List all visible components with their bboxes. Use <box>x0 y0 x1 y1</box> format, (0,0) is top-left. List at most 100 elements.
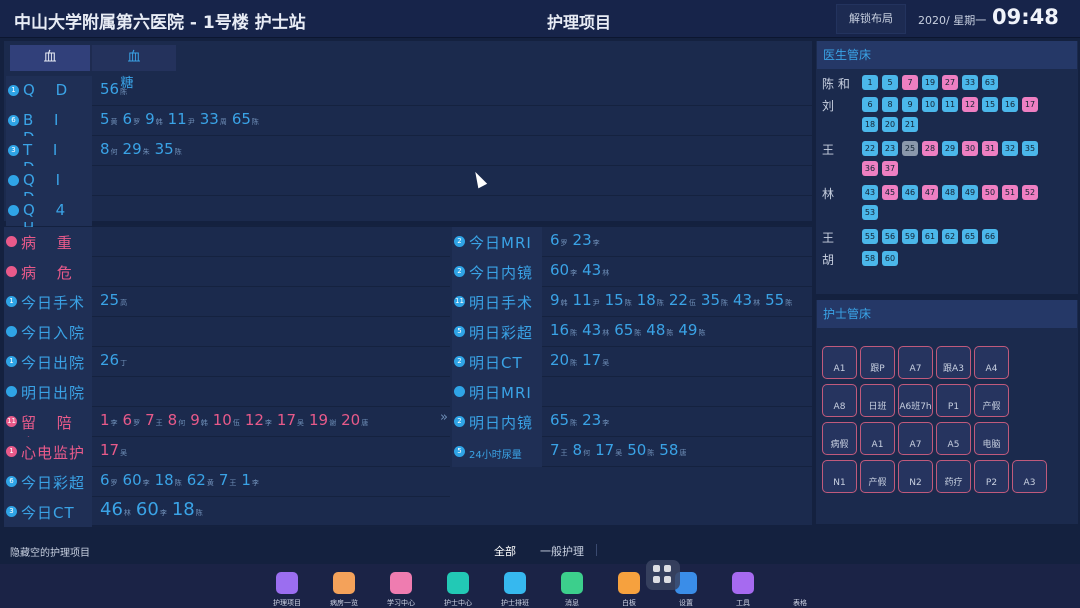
list-item[interactable]: 1 今日出院 26丁 <box>4 347 450 377</box>
bed-chip[interactable]: 11 <box>942 97 958 112</box>
list-item[interactable]: 2 明日内镜 65陈 23李 <box>452 407 812 437</box>
bed-number[interactable]: 55 <box>765 291 784 309</box>
list-item[interactable]: Q I D <box>6 166 812 207</box>
bed-chip[interactable]: 20 <box>882 117 898 132</box>
bed-number[interactable]: 35 <box>701 291 720 309</box>
bed-number[interactable]: 35 <box>155 140 174 158</box>
bed-number[interactable]: 18 <box>172 499 195 520</box>
bed-number[interactable]: 65 <box>550 411 569 429</box>
bed-number[interactable]: 6 <box>123 110 133 128</box>
bed-chip[interactable]: 21 <box>902 117 918 132</box>
list-item[interactable]: 1 心电监护 17吴 <box>4 437 450 467</box>
nurse-card[interactable]: N1 <box>822 460 857 493</box>
bed-number[interactable]: 62 <box>187 471 206 489</box>
list-item[interactable]: 11 明日手术 9韩 11尹 15陈 18陈 22伍 35陈 43林 55陈 <box>452 287 812 317</box>
bed-number[interactable]: 60 <box>136 499 159 520</box>
bed-number[interactable]: 50 <box>627 441 646 459</box>
bed-chip[interactable]: 50 <box>982 185 998 200</box>
list-item[interactable]: 2 明日CT 20陈 17吴 <box>452 347 812 377</box>
list-item[interactable]: 5 明日彩超 16陈 43林 65陈 48陈 49陈 <box>452 317 812 347</box>
filter-general[interactable]: 一般护理 <box>540 543 584 559</box>
nurse-card[interactable]: 产假 <box>860 460 895 493</box>
nurse-card[interactable]: A8 <box>822 384 857 417</box>
dock-app-label[interactable]: 设置 <box>656 598 716 608</box>
nurse-card[interactable]: 病假 <box>822 422 857 455</box>
bed-number[interactable]: 43 <box>582 321 601 339</box>
bed-number[interactable]: 43 <box>582 261 601 279</box>
nurse-card[interactable]: A7 <box>898 346 933 379</box>
bed-chip[interactable]: 12 <box>962 97 978 112</box>
dock-app-label[interactable]: 护理项目 <box>257 598 317 608</box>
bed-number[interactable]: 48 <box>646 321 665 339</box>
bed-number[interactable]: 25 <box>100 291 119 309</box>
bed-chip[interactable]: 30 <box>962 141 978 156</box>
dock-app-label[interactable]: 表格 <box>770 598 830 608</box>
bed-number[interactable]: 9 <box>190 411 200 429</box>
bed-chip[interactable]: 59 <box>902 229 918 244</box>
bed-number[interactable]: 5 <box>100 110 110 128</box>
list-item[interactable]: 3 今日CT 46林 60李 18陈 <box>4 497 450 527</box>
bed-number[interactable]: 60 <box>123 471 142 489</box>
bed-number[interactable]: 23 <box>582 411 601 429</box>
bed-number[interactable]: 16 <box>550 321 569 339</box>
bed-number[interactable]: 9 <box>550 291 560 309</box>
nurse-card[interactable]: A1 <box>860 422 895 455</box>
dock-app-label[interactable]: 白板 <box>599 598 659 608</box>
bed-chip[interactable]: 33 <box>962 75 978 90</box>
bed-chip[interactable]: 27 <box>942 75 958 90</box>
bed-chip[interactable]: 18 <box>862 117 878 132</box>
bed-chip[interactable]: 51 <box>1002 185 1018 200</box>
bed-chip[interactable]: 61 <box>922 229 938 244</box>
bed-number[interactable]: 9 <box>145 110 155 128</box>
bed-chip[interactable]: 23 <box>882 141 898 156</box>
bed-chip[interactable]: 65 <box>962 229 978 244</box>
tab-blood-sugar[interactable]: 血 糖 <box>92 45 176 91</box>
bed-chip[interactable]: 43 <box>862 185 878 200</box>
bed-number[interactable]: 17 <box>277 411 296 429</box>
bed-chip[interactable]: 22 <box>862 141 878 156</box>
bed-chip[interactable]: 35 <box>1022 141 1038 156</box>
list-item[interactable]: 病 危 <box>4 257 450 287</box>
dock-app-label[interactable]: 学习中心 <box>371 598 431 608</box>
dock-app-icon[interactable] <box>561 572 583 594</box>
dock-app-icon[interactable] <box>618 572 640 594</box>
bed-chip[interactable]: 5 <box>882 75 898 90</box>
bed-number[interactable]: 12 <box>245 411 264 429</box>
bed-chip[interactable]: 31 <box>982 141 998 156</box>
bed-number[interactable]: 20 <box>341 411 360 429</box>
bed-chip[interactable]: 66 <box>982 229 998 244</box>
bed-number[interactable]: 17 <box>582 351 601 369</box>
list-item[interactable]: 2 今日MRI 6罗 23李 <box>452 227 812 257</box>
bed-chip[interactable]: 36 <box>862 161 878 176</box>
bed-chip[interactable]: 62 <box>942 229 958 244</box>
nurse-card[interactable]: A3 <box>1012 460 1047 493</box>
bed-number[interactable]: 1 <box>241 471 251 489</box>
bed-number[interactable]: 58 <box>659 441 678 459</box>
bed-number[interactable]: 46 <box>100 499 123 520</box>
bed-number[interactable]: 8 <box>573 441 583 459</box>
bed-number[interactable]: 15 <box>605 291 624 309</box>
bed-chip[interactable]: 28 <box>922 141 938 156</box>
bed-number[interactable]: 33 <box>200 110 219 128</box>
nurse-card[interactable]: 跟A3 <box>936 346 971 379</box>
dock-app-label[interactable]: 工具 <box>713 598 773 608</box>
nurse-card[interactable]: 跟P <box>860 346 895 379</box>
bed-chip[interactable]: 19 <box>922 75 938 90</box>
bed-number[interactable]: 65 <box>614 321 633 339</box>
bed-number[interactable]: 1 <box>100 411 110 429</box>
nurse-card[interactable]: 产假 <box>974 384 1009 417</box>
bed-chip[interactable]: 60 <box>882 251 898 266</box>
expand-arrow-icon[interactable]: » <box>440 410 448 425</box>
bed-number[interactable]: 6 <box>100 471 110 489</box>
bed-chip[interactable]: 37 <box>882 161 898 176</box>
nurse-card[interactable]: A5 <box>936 422 971 455</box>
bed-number[interactable]: 10 <box>213 411 232 429</box>
hide-empty-toggle[interactable]: 隐藏空的护理项目 <box>10 544 90 559</box>
unlock-layout-button[interactable]: 解锁布局 <box>836 4 906 34</box>
bed-chip[interactable]: 25 <box>902 141 918 156</box>
nurse-card[interactable]: A1 <box>822 346 857 379</box>
nurse-card[interactable]: P1 <box>936 384 971 417</box>
bed-chip[interactable]: 52 <box>1022 185 1038 200</box>
bed-chip[interactable]: 7 <box>902 75 918 90</box>
bed-chip[interactable]: 46 <box>902 185 918 200</box>
